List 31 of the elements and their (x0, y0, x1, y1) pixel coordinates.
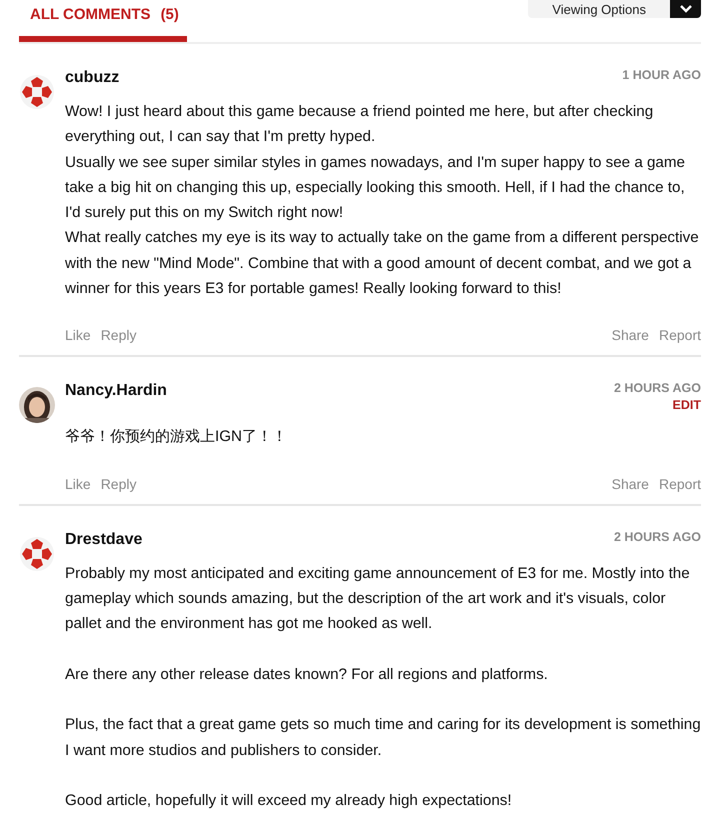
dropdown-button[interactable] (670, 0, 701, 18)
comment-text: Plus, the fact that a great game gets so much time and caring for its development is something I want more studios and publishers to consider. (65, 715, 701, 761)
timestamp: 1 HOUR AGO (622, 68, 701, 82)
comment-text: Are there any other release dates known? For all regions and platforms. (65, 664, 549, 685)
action-link[interactable]: Like (65, 327, 91, 344)
username[interactable]: Nancy.Hardin (65, 381, 167, 412)
timestamp: 2 HOURS AGO (614, 530, 701, 544)
action-link[interactable]: Share (612, 327, 649, 344)
logo-avatar (19, 74, 55, 110)
username[interactable]: cubuzz (65, 68, 120, 87)
comment-text: Good article, hopefully it will exceed my already high expectations! (65, 791, 513, 812)
comment-text: What really catches my eye is its way to actually take on the game from a different perspective with the new "Mind Mode". Combine that with a good amount of decent combat, and we got a winner for this years E3 for portable games! Really looking forward to this! (65, 228, 700, 300)
viewing-options-button[interactable]: Viewing Options (528, 0, 670, 18)
comment-text: Wow! I just heard about this game because a friend pointed me here, but after checking everything out, I can say that I'm pretty hyped. (65, 102, 654, 148)
action-link[interactable]: Reply (100, 476, 136, 492)
action-link[interactable]: Report (658, 327, 701, 344)
comment-text: Usually we see super similar styles in games nowadays, and I'm super happy to see a game take a big hit on changing this up, especially looking this smooth. Hell, if I had the chance to, I'd surely put this on my Switch right now! (65, 152, 686, 224)
comments-tab[interactable]: ALL COMMENTS (5) (19, 0, 187, 42)
action-link[interactable]: Report (658, 476, 701, 492)
tab-label: ALL COMMENTS (30, 6, 151, 25)
comment-text: Probably my most anticipated and exciting game announcement of E3 for me. Mostly into the gameplay which sounds amazing, but the description of the art work and it's visuals, color pallet and the environment has got me hooked as well. (65, 564, 691, 634)
action-link[interactable]: Share (612, 476, 649, 492)
chevron-down-icon (678, 4, 692, 14)
logo-avatar (19, 536, 55, 572)
comment-count: (5) (160, 6, 179, 25)
timestamp: 2 HOURS AGO (614, 381, 701, 396)
username[interactable]: Drestdave (65, 530, 142, 549)
edit-link[interactable]: EDIT (672, 398, 701, 412)
comment-text: 爷爷！你预约的游戏上IGN了！！ (65, 427, 288, 448)
action-link[interactable]: Like (65, 476, 91, 492)
action-link[interactable]: Reply (100, 327, 136, 344)
